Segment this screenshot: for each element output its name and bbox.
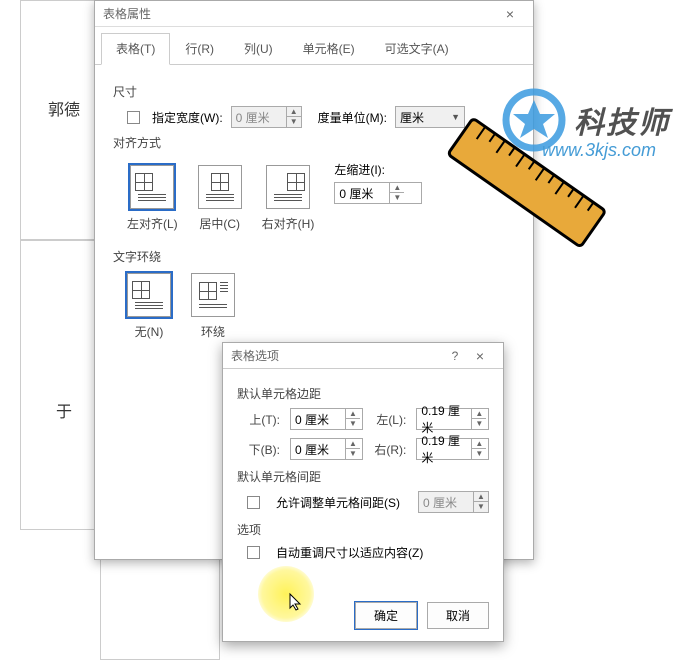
right-label: 右(R): [373, 441, 407, 458]
tab-column[interactable]: 列(U) [229, 33, 288, 64]
align-center-option[interactable]: 居中(C) [198, 165, 242, 232]
margin-bottom-input[interactable]: 0 厘米▲▼ [290, 438, 363, 460]
size-section-label: 尺寸 [113, 83, 515, 100]
cancel-button[interactable]: 取消 [427, 602, 489, 629]
spin-down-icon[interactable]: ▼ [390, 193, 404, 203]
wrap-section-label: 文字环绕 [113, 248, 515, 265]
spec-width-label: 指定宽度(W): [152, 109, 223, 126]
wrap-none-option[interactable]: 无(N) [127, 273, 171, 340]
width-input[interactable]: 0 厘米 ▲▼ [231, 106, 302, 128]
chevron-down-icon: ▼ [451, 112, 460, 122]
spacing-input[interactable]: 0 厘米▲▼ [418, 491, 489, 513]
close-icon[interactable]: × [465, 348, 495, 364]
options-label: 选项 [237, 521, 489, 538]
unit-select[interactable]: 厘米 ▼ [395, 106, 465, 128]
tab-alttext[interactable]: 可选文字(A) [370, 33, 464, 64]
wrap-around-option[interactable]: 环绕 [191, 273, 235, 340]
left-label: 左(L): [373, 411, 407, 428]
tab-panel: 尺寸 指定宽度(W): 0 厘米 ▲▼ 度量单位(M): 厘米 ▼ 对齐方式 左… [95, 65, 533, 356]
watermark-url: www.3kjs.com [542, 140, 656, 161]
watermark-brand: 科技师 [574, 98, 670, 142]
spacing-label: 默认单元格间距 [237, 468, 489, 485]
align-left-option[interactable]: 左对齐(L) [127, 165, 178, 232]
allow-spacing-label: 允许调整单元格间距(S) [276, 494, 400, 511]
indent-input[interactable]: 0 厘米 ▲▼ [334, 182, 422, 204]
bg-name1: 郭德 [48, 96, 80, 120]
spec-width-checkbox[interactable] [127, 111, 140, 124]
auto-resize-checkbox[interactable] [247, 546, 260, 559]
margin-top-input[interactable]: 0 厘米▲▼ [290, 408, 363, 430]
bottom-label: 下(B): [247, 441, 280, 458]
tabs: 表格(T) 行(R) 列(U) 单元格(E) 可选文字(A) [95, 27, 533, 65]
spin-down-icon[interactable]: ▼ [287, 117, 301, 127]
dialog1-title: 表格属性 [103, 5, 495, 22]
top-label: 上(T): [247, 411, 280, 428]
margin-right-input[interactable]: 0.19 厘米▲▼ [416, 438, 489, 460]
margins-label: 默认单元格边距 [237, 385, 489, 402]
tab-row[interactable]: 行(R) [170, 33, 229, 64]
spin-up-icon[interactable]: ▲ [390, 183, 404, 193]
auto-resize-label: 自动重调尺寸以适应内容(Z) [276, 544, 423, 561]
close-icon[interactable]: × [495, 6, 525, 22]
tab-table[interactable]: 表格(T) [101, 33, 170, 65]
spin-up-icon[interactable]: ▲ [287, 107, 301, 117]
ok-button[interactable]: 确定 [355, 602, 417, 629]
unit-label: 度量单位(M): [318, 109, 387, 126]
table-options-dialog: 表格选项 ? × 默认单元格边距 上(T): 0 厘米▲▼ 左(L): 0.19… [222, 342, 504, 642]
indent-label: 左缩进(I): [334, 161, 422, 178]
tab-cell[interactable]: 单元格(E) [288, 33, 370, 64]
allow-spacing-checkbox[interactable] [247, 496, 260, 509]
margin-left-input[interactable]: 0.19 厘米▲▼ [416, 408, 489, 430]
help-icon[interactable]: ? [445, 349, 465, 363]
dialog1-titlebar: 表格属性 × [95, 1, 533, 27]
align-right-option[interactable]: 右对齐(H) [262, 165, 315, 232]
dialog2-title: 表格选项 [231, 347, 445, 364]
bg-name2: 于 [56, 398, 72, 422]
dialog2-titlebar: 表格选项 ? × [223, 343, 503, 369]
